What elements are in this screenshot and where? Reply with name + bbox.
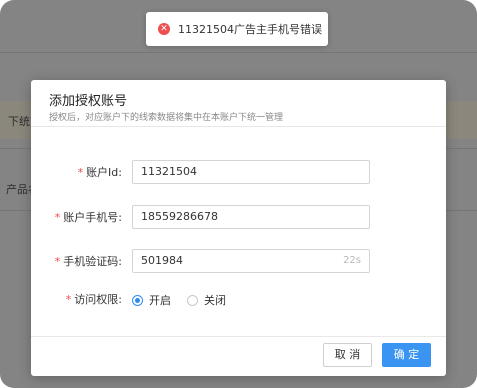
dialog-subtitle: 授权后，对应账户下的线索数据将集中在本账户下统一管理 — [49, 113, 284, 123]
account-id-input[interactable]: 11321504 — [132, 160, 370, 184]
error-toast: ✕ 11321504广告主手机号错误 — [146, 12, 328, 46]
access-radio-group: 开启 关闭 — [132, 287, 242, 313]
code-value: 501984 — [141, 254, 183, 267]
code-label-text: 手机验证码: — [63, 255, 122, 268]
confirm-button[interactable]: 确 定 — [382, 343, 431, 367]
dialog-header: 添加授权账号 授权后，对应账户下的线索数据将集中在本账户下统一管理 — [31, 80, 446, 127]
account-id-label-text: 账户Id: — [86, 166, 122, 179]
access-disable-label: 关闭 — [204, 294, 226, 307]
required-mark: * — [54, 255, 61, 268]
required-mark: * — [54, 211, 61, 224]
required-mark: * — [65, 293, 72, 306]
radio-unchecked-icon[interactable] — [187, 294, 198, 306]
dialog-footer: 取 消 确 定 — [31, 336, 446, 376]
account-id-label: * 账户Id: — [78, 160, 122, 186]
countdown-timer: 22s — [343, 255, 361, 266]
phone-row: * 账户手机号: 18559286678 — [31, 205, 446, 231]
error-circle-icon: ✕ — [158, 23, 170, 35]
phone-label: * 账户手机号: — [55, 205, 122, 231]
access-row: * 访问权限: 开启 关闭 — [31, 287, 446, 313]
account-id-row: * 账户Id: 11321504 — [31, 160, 446, 186]
app-window: 下统 产品名 ✕ 11321504广告主手机号错误 添加授权账号 授权后，对应账… — [0, 0, 477, 388]
toast-message: 11321504广告主手机号错误 — [178, 23, 322, 36]
code-input[interactable]: 501984 22s — [132, 249, 370, 273]
add-authorized-account-dialog: 添加授权账号 授权后，对应账户下的线索数据将集中在本账户下统一管理 * 账户Id:… — [31, 80, 446, 376]
dialog-title: 添加授权账号 — [49, 94, 128, 109]
phone-label-text: 账户手机号: — [63, 211, 122, 224]
required-mark: * — [77, 166, 84, 179]
radio-checked-icon[interactable] — [132, 294, 143, 306]
code-label: * 手机验证码: — [55, 249, 122, 275]
access-enable-option[interactable]: 开启 — [132, 292, 171, 308]
access-disable-option[interactable]: 关闭 — [187, 292, 226, 308]
cancel-button[interactable]: 取 消 — [323, 343, 372, 367]
access-enable-label: 开启 — [149, 294, 171, 307]
code-row: * 手机验证码: 501984 22s — [31, 249, 446, 275]
access-label-text: 访问权限: — [74, 293, 122, 306]
access-label: * 访问权限: — [66, 287, 122, 313]
phone-input[interactable]: 18559286678 — [132, 205, 370, 229]
